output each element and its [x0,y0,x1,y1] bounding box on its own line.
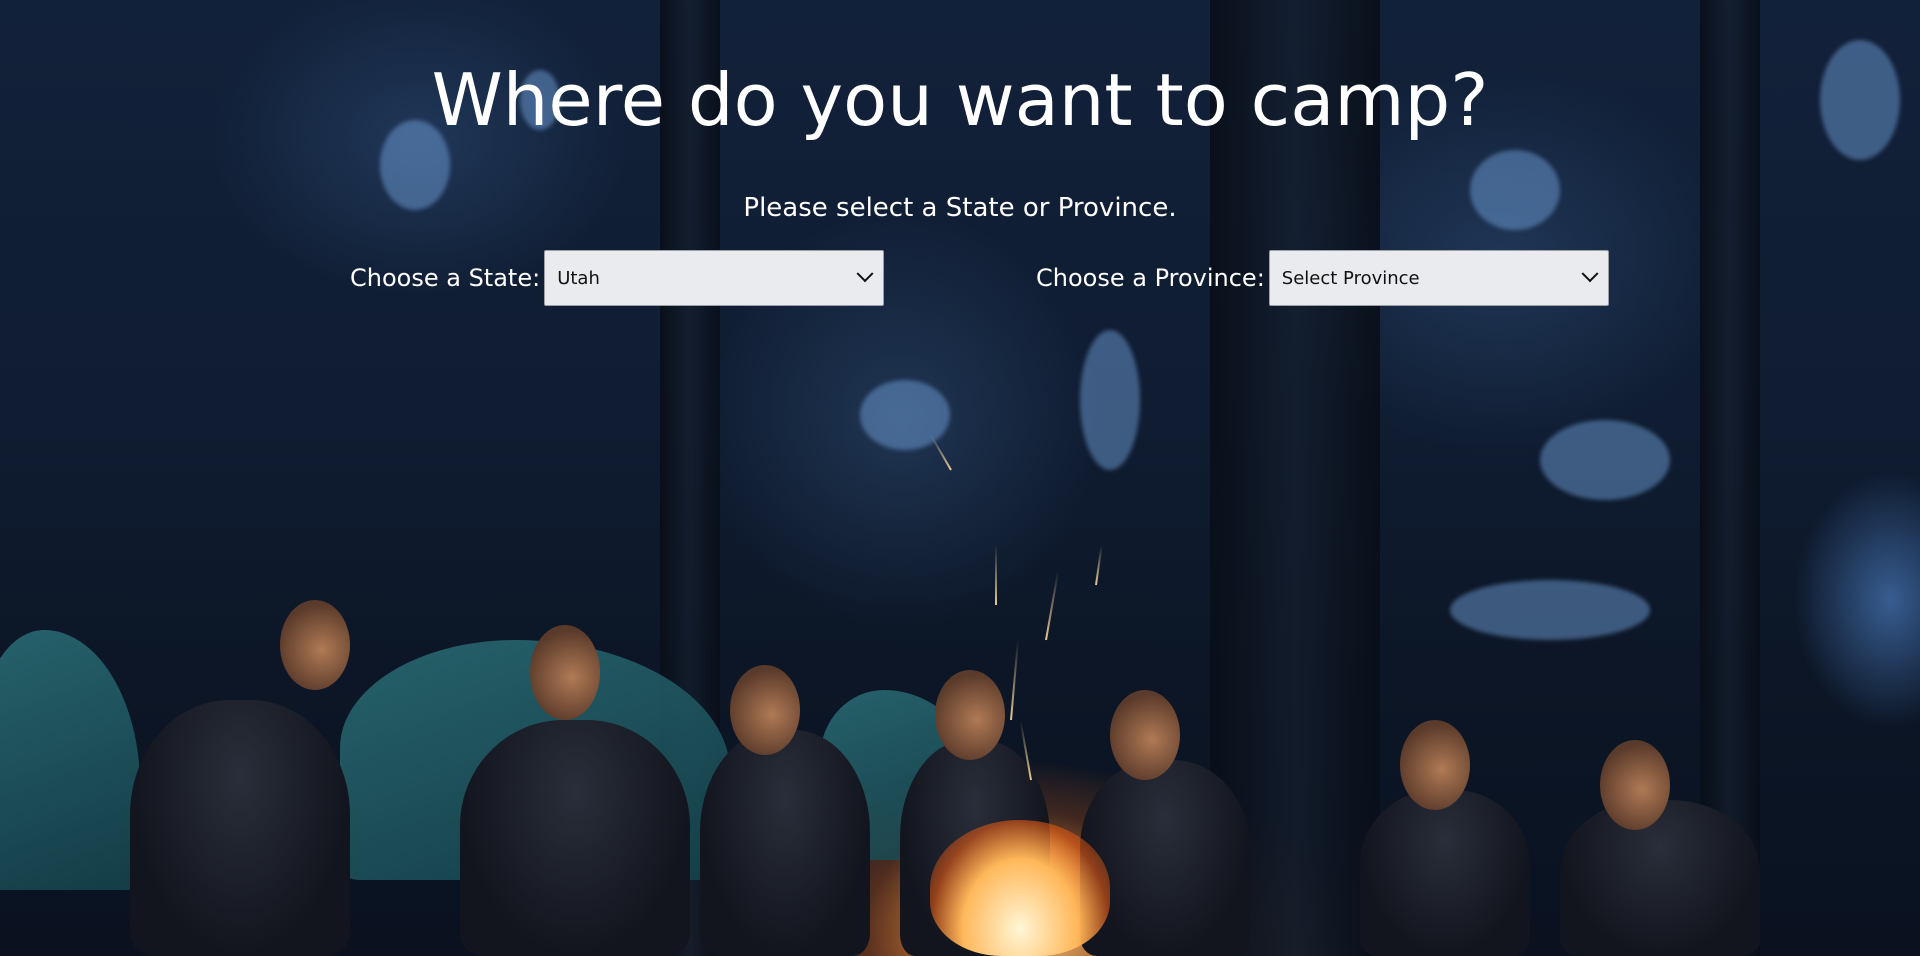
province-select-label: Choose a Province: [1036,264,1265,292]
province-selector-group: Choose a Province: Select Province [1036,250,1609,306]
page-subtitle: Please select a State or Province. [743,193,1177,223]
page: Where do you want to camp? Please select… [0,0,1920,956]
chevron-down-icon [1581,265,1599,283]
state-selector-group: Choose a State: Utah [350,250,885,306]
state-select-label: Choose a State: [350,264,541,292]
chevron-down-icon [856,265,874,283]
page-title: Where do you want to camp? [431,58,1489,142]
province-select[interactable]: Select Province [1268,250,1609,306]
state-select[interactable]: Utah [544,250,885,306]
main-content: Where do you want to camp? Please select… [0,0,1920,956]
state-select-value: Utah [557,267,600,289]
province-select-value: Select Province [1281,267,1420,289]
